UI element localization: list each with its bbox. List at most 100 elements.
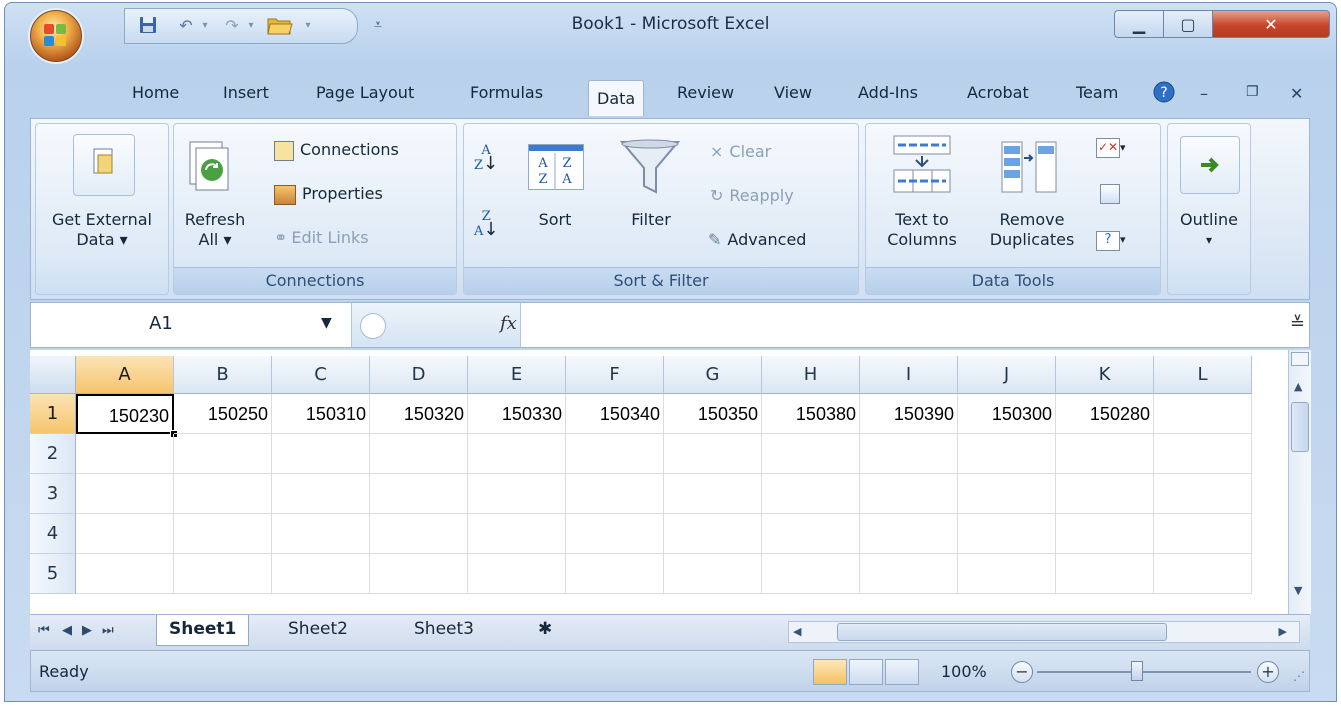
cell-j2[interactable] (958, 434, 1056, 474)
zoom-level[interactable]: 100% (941, 662, 987, 681)
cell-f5[interactable] (566, 554, 664, 594)
cell-h5[interactable] (762, 554, 860, 594)
expand-formula-bar-icon[interactable]: ≚ (1290, 313, 1305, 334)
column-header-a[interactable]: A (76, 356, 174, 394)
tab-insert[interactable]: Insert (223, 83, 269, 111)
cell-a1[interactable]: 150230 (76, 394, 174, 434)
row-header-1[interactable]: 1 (30, 394, 76, 434)
tab-data[interactable]: Data (588, 80, 645, 116)
scroll-down-icon[interactable]: ▼ (1294, 584, 1302, 597)
cell-j1[interactable]: 150300 (958, 394, 1056, 434)
cell-i3[interactable] (860, 474, 958, 514)
cell-i1[interactable]: 150390 (860, 394, 958, 434)
cell-g4[interactable] (664, 514, 762, 554)
cell-h2[interactable] (762, 434, 860, 474)
remove-duplicates-button[interactable]: Remove Duplicates (982, 210, 1082, 250)
cell-g5[interactable] (664, 554, 762, 594)
cell-e2[interactable] (468, 434, 566, 474)
edit-links-button[interactable]: ⚭ Edit Links (274, 228, 369, 248)
sheet-tab-sheet1[interactable]: Sheet1 (156, 615, 250, 646)
close-workbook-icon[interactable]: ✕ (1290, 84, 1303, 103)
column-header-f[interactable]: F (566, 356, 664, 394)
properties-button[interactable]: Properties (274, 184, 383, 205)
cell-a2[interactable] (76, 434, 174, 474)
tab-formulas[interactable]: Formulas (470, 83, 543, 111)
cell-f2[interactable] (566, 434, 664, 474)
cell-k5[interactable] (1056, 554, 1154, 594)
cell-h1[interactable]: 150380 (762, 394, 860, 434)
tab-page-layout[interactable]: Page Layout (316, 83, 414, 111)
column-header-g[interactable]: G (664, 356, 762, 394)
first-sheet-icon[interactable]: ⏮ (38, 623, 50, 638)
vertical-scrollbar[interactable]: ▲ ▼ (1288, 350, 1311, 614)
sheet-tab-sheet3[interactable]: Sheet3 (402, 615, 486, 645)
sort-ascending-button[interactable]: A Z↓ (474, 144, 498, 173)
cell-h3[interactable] (762, 474, 860, 514)
cell-b4[interactable] (174, 514, 272, 554)
cell-l5[interactable] (1154, 554, 1252, 594)
maximize-button[interactable]: ▢ (1163, 10, 1213, 38)
row-header-3[interactable]: 3 (30, 474, 76, 514)
split-box-handle[interactable] (1291, 352, 1309, 366)
cell-e4[interactable] (468, 514, 566, 554)
insert-function-button[interactable]: fx (500, 313, 517, 334)
previous-sheet-icon[interactable]: ◀ (62, 623, 72, 638)
help-icon[interactable]: ? (1152, 80, 1176, 108)
cell-b5[interactable] (174, 554, 272, 594)
cell-k1[interactable]: 150280 (1056, 394, 1154, 434)
zoom-slider-thumb[interactable] (1131, 661, 1143, 681)
cell-j4[interactable] (958, 514, 1056, 554)
get-external-data-button[interactable]: Get External Data ▾ (36, 210, 168, 250)
cell-i2[interactable] (860, 434, 958, 474)
consolidate-button[interactable] (1100, 184, 1120, 209)
formula-bar-resize-handle[interactable] (360, 313, 386, 339)
column-header-k[interactable]: K (1056, 356, 1154, 394)
outline-button[interactable]: Outline ▾ (1168, 210, 1250, 250)
cell-d5[interactable] (370, 554, 468, 594)
cell-g3[interactable] (664, 474, 762, 514)
restore-workbook-icon[interactable]: ❐ (1246, 84, 1259, 100)
cell-d2[interactable] (370, 434, 468, 474)
cell-k4[interactable] (1056, 514, 1154, 554)
column-header-b[interactable]: B (174, 356, 272, 394)
cell-e5[interactable] (468, 554, 566, 594)
tab-home[interactable]: Home (132, 83, 179, 111)
cell-b1[interactable]: 150250 (174, 394, 272, 434)
cell-c2[interactable] (272, 434, 370, 474)
cell-e1[interactable]: 150330 (468, 394, 566, 434)
column-header-l[interactable]: L (1154, 356, 1252, 394)
refresh-all-button[interactable]: Refresh All ▾ (176, 210, 254, 250)
sort-descending-button[interactable]: Z A↓ (474, 210, 498, 239)
connections-button[interactable]: Connections (274, 140, 399, 161)
tab-add-ins[interactable]: Add-Ins (858, 83, 918, 111)
cell-j5[interactable] (958, 554, 1056, 594)
tab-team[interactable]: Team (1076, 83, 1118, 111)
cell-i5[interactable] (860, 554, 958, 594)
normal-view-icon[interactable] (813, 659, 847, 685)
page-break-preview-icon[interactable] (885, 659, 919, 685)
insert-sheet-icon[interactable]: ✱ (526, 615, 564, 645)
sheet-tab-sheet2[interactable]: Sheet2 (276, 615, 360, 645)
cell-b2[interactable] (174, 434, 272, 474)
formula-input[interactable] (527, 313, 1267, 337)
cell-c3[interactable] (272, 474, 370, 514)
row-header-5[interactable]: 5 (30, 554, 76, 594)
cell-g1[interactable]: 150350 (664, 394, 762, 434)
row-header-2[interactable]: 2 (30, 434, 76, 474)
cell-c4[interactable] (272, 514, 370, 554)
cell-j3[interactable] (958, 474, 1056, 514)
cell-l2[interactable] (1154, 434, 1252, 474)
sort-button[interactable]: Sort (528, 210, 582, 230)
scroll-left-icon[interactable]: ◀ (793, 625, 801, 638)
column-header-h[interactable]: H (762, 356, 860, 394)
scroll-up-icon[interactable]: ▲ (1294, 380, 1302, 393)
cell-k2[interactable] (1056, 434, 1154, 474)
name-box-dropdown-icon[interactable]: ▼ (321, 315, 332, 331)
column-header-i[interactable]: I (860, 356, 958, 394)
cell-f1[interactable]: 150340 (566, 394, 664, 434)
cell-f4[interactable] (566, 514, 664, 554)
horizontal-scroll-thumb[interactable] (837, 623, 1167, 641)
scroll-right-icon[interactable]: ▶ (1279, 625, 1287, 638)
cell-e3[interactable] (468, 474, 566, 514)
ribbon-minimize-icon[interactable]: – (1200, 84, 1208, 103)
